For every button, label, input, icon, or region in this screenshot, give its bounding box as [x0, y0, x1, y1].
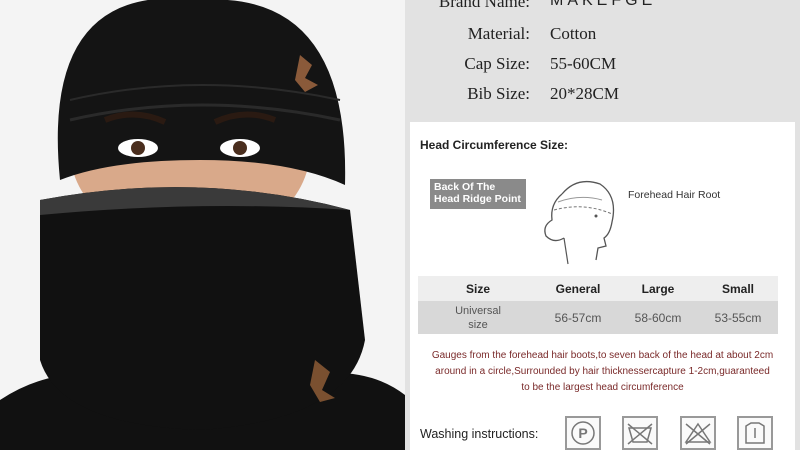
- bib-size-label: Bib Size:: [467, 84, 530, 103]
- brand-value: MAKEFGE: [550, 0, 657, 9]
- no-bleach-icon: [680, 416, 716, 450]
- cap-size-value: 55-60CM: [550, 54, 617, 73]
- head-circumference-title: Head Circumference Size:: [420, 138, 569, 152]
- cell-general: 56-57cm: [538, 301, 618, 334]
- back-of-head-badge: Back Of The Head Ridge Point: [430, 179, 526, 209]
- measurement-note: Gauges from the forehead hair boots,to s…: [430, 348, 775, 396]
- cell-universal-size: Universal size: [418, 301, 538, 334]
- note-line-1: Gauges from the forehead hair boots,to s…: [431, 350, 774, 361]
- svg-text:P: P: [578, 425, 587, 441]
- badge-line-1: Back Of The: [434, 181, 496, 193]
- no-wash-icon: [622, 416, 658, 450]
- size-table-row: Universal size 56-57cm 58-60cm 53-55cm: [418, 301, 778, 334]
- brand-label: Brand Name:: [438, 0, 530, 11]
- cap-size-label: Cap Size:: [464, 54, 530, 73]
- header-small: Small: [698, 276, 778, 301]
- product-photo: [0, 0, 405, 450]
- bib-size-value: 20*28CM: [550, 84, 619, 103]
- header-large: Large: [618, 276, 698, 301]
- badge-line-2: Head Ridge Point: [434, 193, 521, 205]
- cell-large: 58-60cm: [618, 301, 698, 334]
- hang-dry-icon: [737, 416, 773, 450]
- note-line-3: to be the largest head circumference: [521, 382, 684, 393]
- dry-clean-p-icon: P: [565, 416, 601, 450]
- note-line-2: around in a circle,Surrounded by hair th…: [435, 366, 770, 377]
- header-general: General: [538, 276, 618, 301]
- model-wearing-hat-and-scarf-image: [0, 0, 405, 450]
- size-table-header: Size General Large Small: [418, 276, 778, 301]
- size-table: Size General Large Small Universal size …: [418, 276, 778, 334]
- head-circumference-panel: Head Circumference Size: Back Of The Hea…: [410, 122, 795, 450]
- forehead-hair-root-label: Forehead Hair Root: [628, 189, 721, 201]
- washing-instructions-label: Washing instructions:: [420, 427, 539, 441]
- material-label: Material:: [467, 24, 530, 43]
- cell-small: 53-55cm: [698, 301, 778, 334]
- material-value: Cotton: [550, 24, 597, 43]
- header-size: Size: [418, 276, 538, 301]
- head-sketch-icon: [544, 180, 615, 265]
